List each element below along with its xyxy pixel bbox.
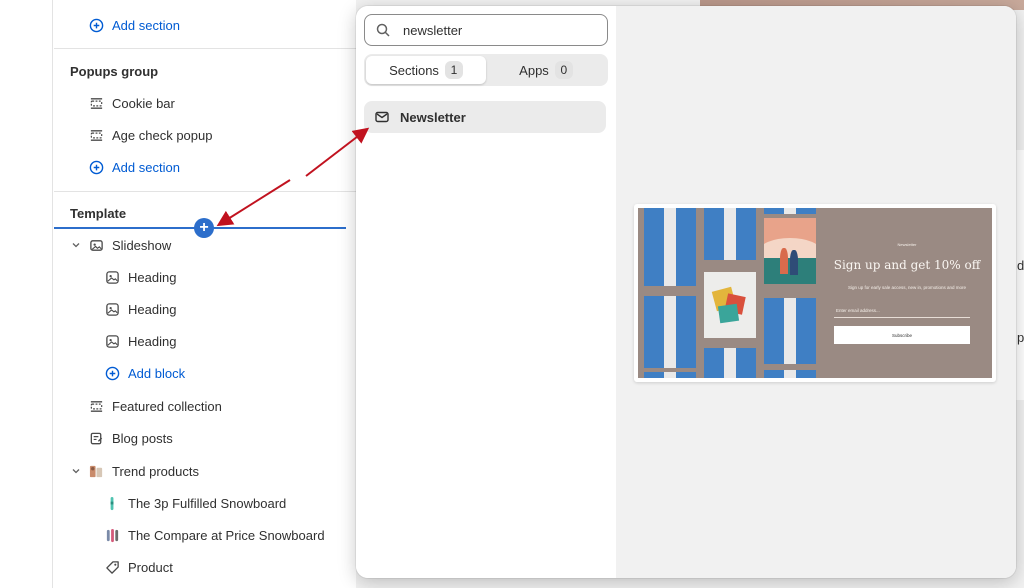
template-group-title: Template [70, 206, 127, 221]
email-icon [374, 109, 390, 125]
result-item-label: Newsletter [400, 109, 466, 125]
result-type-tabs: Sections 1 Apps 0 [364, 54, 608, 86]
plus-circle-icon [104, 365, 120, 381]
section-icon [88, 127, 104, 143]
result-item-newsletter[interactable]: Newsletter [364, 101, 606, 133]
add-section-button-header[interactable]: Add section [88, 10, 388, 40]
section-item-trend-products[interactable]: Trend products [88, 456, 388, 486]
preview-tile-shirt [644, 296, 696, 368]
section-item-label: Cookie bar [112, 95, 175, 111]
add-section-popover: Sections 1 Apps 0 Newsletter [356, 6, 1016, 578]
section-item-age-check-popup[interactable]: Age check popup [88, 120, 388, 150]
preview-tile-shirt [764, 370, 816, 378]
section-item-slideshow[interactable]: Slideshow [88, 230, 388, 260]
product-thumbnail [88, 463, 104, 479]
divider [54, 191, 356, 192]
slideshow-icon [88, 237, 104, 253]
chevron-down-icon[interactable] [70, 239, 82, 251]
add-block-label: Add block [128, 365, 186, 381]
preview-tile-shirt [764, 208, 816, 214]
preview-tile-shirt [704, 208, 756, 260]
search-icon [375, 22, 391, 38]
newsletter-email-field: Enter email address... [834, 304, 970, 318]
popover-search-panel: Sections 1 Apps 0 Newsletter [356, 6, 616, 578]
newsletter-heading: Sign up and get 10% off [833, 258, 981, 272]
section-icon [88, 95, 104, 111]
block-item-label: Heading [128, 333, 177, 349]
block-item-label: Heading [128, 301, 177, 317]
preview-edge-text: p [1017, 330, 1024, 345]
newsletter-subtext: Sign up for early sale access, new in, p… [847, 285, 967, 290]
preview-edge-text: d [1017, 258, 1024, 273]
chevron-down-icon[interactable] [70, 465, 82, 477]
newsletter-eyebrow: Newsletter [897, 242, 917, 247]
block-item-label: The 3p Fulfilled Snowboard [128, 495, 287, 511]
section-icon [88, 398, 104, 414]
preview-tile-shirt [644, 208, 696, 286]
preview-tile-shirt [644, 372, 696, 378]
search-input[interactable] [403, 22, 593, 38]
section-item-label: Trend products [112, 463, 199, 479]
product-thumbnail [104, 495, 120, 511]
tab-count-badge: 0 [554, 61, 573, 79]
sections-sidebar: Add section Popups group Cookie bar Age … [54, 0, 356, 588]
section-item-label: Age check popup [112, 127, 213, 143]
newsletter-preview-card: Newsletter Sign up and get 10% off Sign … [634, 204, 996, 382]
product-thumbnail [104, 527, 120, 543]
tab-label: Apps [519, 62, 549, 78]
popups-group-title: Popups group [70, 64, 159, 79]
section-item-label: Blog posts [112, 430, 173, 446]
section-item-featured-collection[interactable]: Featured collection [88, 391, 388, 421]
tab-count-badge: 1 [444, 61, 463, 79]
add-section-label: Add section [112, 17, 180, 33]
blog-icon [88, 430, 104, 446]
image-icon [104, 269, 120, 285]
block-item-label: Product [128, 559, 173, 575]
block-item-label: The Compare at Price Snowboard [128, 527, 325, 543]
tab-sections[interactable]: Sections 1 [366, 56, 486, 84]
plus-circle-icon [88, 159, 104, 175]
newsletter-preview-image: Newsletter Sign up and get 10% off Sign … [638, 208, 992, 378]
image-icon [104, 301, 120, 317]
preview-tile-shirt [704, 348, 756, 378]
section-preview-panel: Newsletter Sign up and get 10% off Sign … [616, 6, 1016, 578]
newsletter-subscribe-button: Subscribe [834, 326, 970, 344]
section-item-label: Slideshow [112, 237, 172, 253]
divider [54, 48, 356, 49]
tab-apps[interactable]: Apps 0 [486, 56, 606, 84]
add-section-button-popups[interactable]: Add section [88, 152, 388, 182]
tab-label: Sections [389, 62, 439, 78]
section-item-cookie-bar[interactable]: Cookie bar [88, 88, 388, 118]
section-item-label: Featured collection [112, 398, 222, 414]
add-section-label: Add section [112, 159, 180, 175]
preview-tile-shirt [764, 298, 816, 364]
preview-tile-artwork [764, 218, 816, 284]
block-item-label: Heading [128, 269, 177, 285]
section-item-blog-posts[interactable]: Blog posts [88, 423, 388, 453]
tag-icon [104, 559, 120, 575]
search-field[interactable] [364, 14, 608, 46]
preview-tile-toy [704, 272, 756, 338]
image-icon [104, 333, 120, 349]
plus-circle-icon [88, 17, 104, 33]
left-icon-rail [0, 0, 53, 588]
